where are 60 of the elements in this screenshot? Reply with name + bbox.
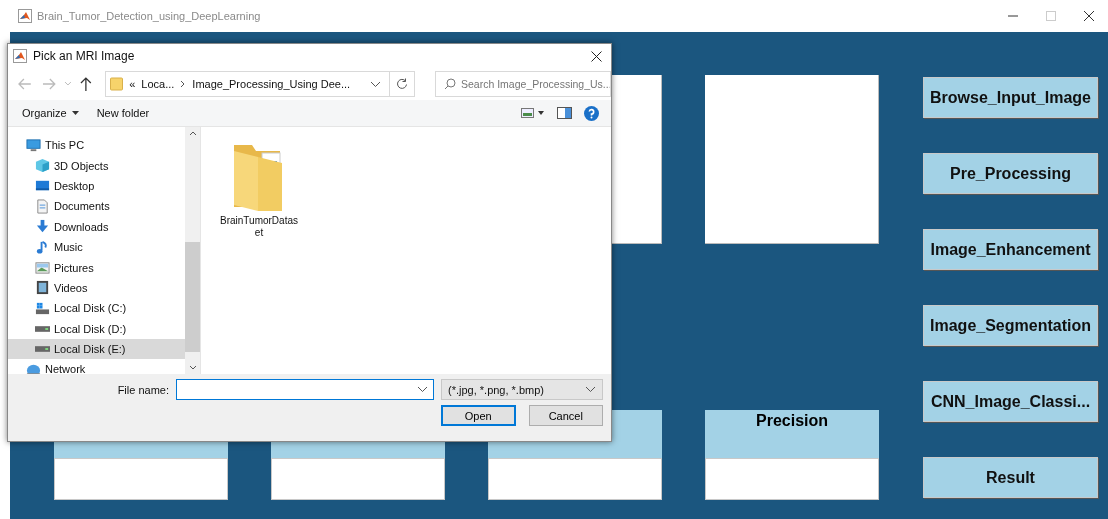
dialog-button[interactable]: Open: [441, 405, 516, 426]
action-button[interactable]: Browse_Input_Image: [923, 77, 1098, 118]
action-button[interactable]: Image_Segmentation: [923, 305, 1098, 346]
action-button[interactable]: Result: [923, 457, 1098, 498]
nav-pane-item[interactable]: Music: [8, 236, 185, 258]
network-icon: [26, 362, 41, 374]
nav-pane-item[interactable]: Videos: [8, 277, 185, 299]
nav-pane-item[interactable]: This PC: [8, 135, 185, 156]
search-field[interactable]: Search Image_Processing_Us...: [435, 71, 611, 97]
caret-icon[interactable]: [417, 386, 428, 393]
drive-icon: [35, 300, 50, 316]
app-icon: [18, 9, 32, 23]
download-arrow-icon: [35, 219, 50, 235]
toolbar-button[interactable]: New folder: [96, 105, 150, 121]
dialog-button[interactable]: Cancel: [528, 405, 603, 426]
scrollbar[interactable]: [185, 127, 200, 374]
nav-pane-item[interactable]: Downloads: [8, 216, 185, 237]
file-type-dropdown[interactable]: (*.jpg, *.png, *.bmp): [441, 379, 603, 400]
chevron-icon: [180, 80, 187, 88]
toolbar-button[interactable]: Organize: [22, 105, 79, 121]
metric-label: Precision: [705, 410, 879, 458]
dialog-icon: [13, 49, 27, 63]
close-icon[interactable]: [590, 50, 602, 62]
input-field[interactable]: [176, 379, 434, 400]
caret-icon: [585, 386, 596, 393]
nav-pane-item[interactable]: Pictures: [8, 257, 185, 278]
nav-pane-item[interactable]: Local Disk (E:): [8, 338, 185, 360]
preview-pane-icon[interactable]: [557, 107, 572, 119]
drive-icon: [35, 325, 50, 332]
dialog-title: Pick an MRI Image: [33, 49, 135, 63]
refresh-icon[interactable]: [396, 78, 408, 90]
search-icon: [444, 78, 456, 90]
window-title: Brain_Tumor_Detection_using_DeepLearning: [37, 10, 261, 22]
caret-icon[interactable]: [71, 111, 79, 115]
field-label: File name:: [116, 383, 169, 396]
film-icon: [35, 280, 50, 296]
nav-pane-item[interactable]: Local Disk (D:): [8, 318, 185, 339]
nav-pane-item[interactable]: Local Disk (C:): [8, 298, 185, 319]
computer-icon: [26, 137, 41, 153]
nav-pane-item[interactable]: Network: [8, 359, 185, 374]
nav-pane-item[interactable]: 3D Objects: [8, 155, 185, 176]
address-bar[interactable]: « Loca... Image_Processing_Using Dee...: [105, 71, 415, 97]
view-options-icon[interactable]: [521, 107, 545, 119]
folder-icon: [110, 77, 124, 91]
help-icon[interactable]: [584, 105, 599, 121]
document-icon: [35, 198, 50, 214]
action-button[interactable]: CNN_Image_Classi...: [923, 381, 1098, 422]
music-note-icon: [35, 239, 50, 255]
breadcrumb-overflow[interactable]: «: [129, 78, 136, 90]
breadcrumb-item[interactable]: Loca...: [141, 78, 175, 90]
picture-icon: [35, 260, 50, 276]
action-button[interactable]: Pre_Processing: [923, 153, 1098, 194]
caret-icon[interactable]: [370, 80, 381, 88]
action-button[interactable]: Image_Enhancement: [923, 229, 1098, 270]
nav-pane-item[interactable]: Documents: [8, 196, 185, 217]
drive-icon: [35, 346, 50, 353]
nav-pane-item[interactable]: Desktop: [8, 175, 185, 197]
cube-icon: [35, 158, 50, 174]
breadcrumb-item[interactable]: Image_Processing_Using Dee...: [192, 78, 351, 90]
file-name[interactable]: BrainTumorDataset: [219, 215, 299, 239]
